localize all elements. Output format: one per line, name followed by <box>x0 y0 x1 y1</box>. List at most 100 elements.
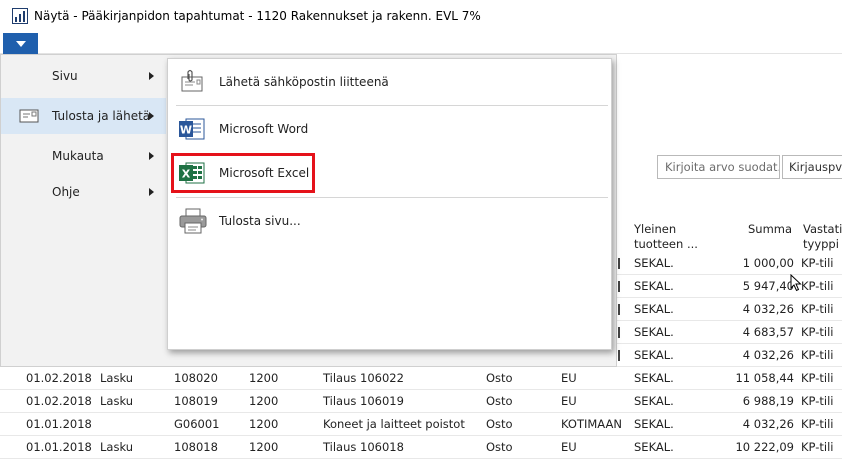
excel-highlight-frame <box>171 153 315 193</box>
menu-separator <box>176 197 608 198</box>
cell-account: 1200 <box>249 394 279 408</box>
app-chart-icon <box>12 8 28 24</box>
cell-type: KP-tili <box>801 371 834 385</box>
cell-edge-marker <box>618 350 620 361</box>
cell-description: Tilaus 106022 <box>323 371 404 385</box>
cell-edge-marker <box>618 281 620 292</box>
application-menu: Sivu Tulosta ja lähetä Mukauta Ohje Lähe… <box>0 54 617 367</box>
cell-product: SEKAL. <box>634 302 674 316</box>
column-header-amount[interactable]: Summa <box>748 222 792 237</box>
filter-field-select[interactable]: Kirjauspvm <box>782 155 842 179</box>
menu-item-label: Mukauta <box>52 149 104 163</box>
cell-product: SEKAL. <box>634 348 674 362</box>
cell-type: KP-tili <box>801 348 834 362</box>
submenu-item-label: Microsoft Word <box>219 122 309 136</box>
cell-edge-marker <box>618 258 620 269</box>
cell-type: KP-tili <box>801 325 834 339</box>
cell-type: KP-tili <box>801 256 834 270</box>
cell-account: 1200 <box>249 371 279 385</box>
cell-date: 01.02.2018 <box>26 394 92 408</box>
cell-doc-no: 108020 <box>174 371 218 385</box>
cell-doc-type: Lasku <box>100 440 134 454</box>
cell-date: 01.02.2018 <box>26 371 92 385</box>
cell-account: 1200 <box>249 440 279 454</box>
cell-type: KP-tili <box>801 302 834 316</box>
submenu-item-label: Tulosta sivu... <box>219 214 301 228</box>
attachment-icon <box>181 69 203 92</box>
cell-type: KP-tili <box>801 394 834 408</box>
cell-doc-type: Lasku <box>100 371 134 385</box>
cell-product: SEKAL. <box>634 371 674 385</box>
cell-posting: Osto <box>486 371 513 385</box>
cell-bus-group: EU <box>561 440 577 454</box>
menu-item-sivu[interactable]: Sivu <box>1 58 166 94</box>
chevron-right-icon <box>149 72 154 80</box>
cell-date: 01.01.2018 <box>26 417 92 431</box>
menu-item-label: Ohje <box>52 185 80 199</box>
cell-bus-group: EU <box>561 394 577 408</box>
submenu-item-label: Lähetä sähköpostin liitteenä <box>219 75 389 89</box>
cell-account: 1200 <box>249 417 279 431</box>
cell-posting: Osto <box>486 417 513 431</box>
chevron-right-icon <box>149 188 154 196</box>
menu-item-print-send[interactable]: Tulosta ja lähetä <box>1 98 166 134</box>
mouse-cursor-icon <box>790 274 802 292</box>
cell-amount: 4 032,26 <box>742 348 794 362</box>
svg-text:W: W <box>180 124 192 137</box>
cell-amount: 4 032,26 <box>742 302 794 316</box>
cell-posting: Osto <box>486 394 513 408</box>
title-bar: Näytä - Pääkirjanpidon tapahtumat - 1120… <box>0 0 842 32</box>
filter-search-input[interactable]: Kirjoita arvo suodat... <box>657 155 780 179</box>
email-attachment-item[interactable]: Lähetä sähköpostin liitteenä <box>168 62 611 102</box>
cell-product: SEKAL. <box>634 279 674 293</box>
cell-date: 01.01.2018 <box>26 440 92 454</box>
printer-icon <box>179 208 207 234</box>
table-row[interactable]: 01.02.2018 Lasku 108019 1200 Tilaus 1060… <box>0 390 842 413</box>
cell-description: Koneet ja laitteet poistot <box>323 417 465 431</box>
window-title: Näytä - Pääkirjanpidon tapahtumat - 1120… <box>34 9 481 23</box>
cell-product: SEKAL. <box>634 440 674 454</box>
table-row[interactable]: 01.01.2018 G06001 1200 Koneet ja laittee… <box>0 413 842 436</box>
menu-item-label: Tulosta ja lähetä <box>52 109 151 123</box>
cell-type: KP-tili <box>801 417 834 431</box>
cell-posting: Osto <box>486 440 513 454</box>
cell-product: SEKAL. <box>634 325 674 339</box>
cell-description: Tilaus 106018 <box>323 440 404 454</box>
chevron-right-icon <box>149 112 154 120</box>
cell-amount: 6 988,19 <box>742 394 794 408</box>
cell-doc-no: G06001 <box>174 417 220 431</box>
cell-product: SEKAL. <box>634 394 674 408</box>
cell-amount: 10 222,09 <box>735 440 794 454</box>
word-icon: W <box>179 118 205 140</box>
cell-product: SEKAL. <box>634 417 674 431</box>
cell-amount: 11 058,44 <box>735 371 794 385</box>
app-menu-button[interactable] <box>3 33 38 54</box>
cell-amount: 4 683,57 <box>742 325 794 339</box>
microsoft-word-item[interactable]: W Microsoft Word <box>168 109 611 149</box>
table-row[interactable]: 01.02.2018 Lasku 108020 1200 Tilaus 1060… <box>0 367 842 390</box>
cell-amount: 5 947,40 <box>742 279 794 293</box>
chevron-right-icon <box>149 152 154 160</box>
column-header-counter-type[interactable]: Vastatili tyyppi <box>803 222 842 252</box>
ribbon-band <box>0 32 842 54</box>
print-send-submenu: Lähetä sähköpostin liitteenä W Microsoft… <box>167 58 612 350</box>
cell-type: KP-tili <box>801 440 834 454</box>
menu-item-label: Sivu <box>52 69 78 83</box>
cell-doc-no: 108019 <box>174 394 218 408</box>
cell-product: SEKAL. <box>634 256 674 270</box>
cell-description: Tilaus 106019 <box>323 394 404 408</box>
table-row[interactable]: 01.01.2018 Lasku 108018 1200 Tilaus 1060… <box>0 436 842 459</box>
cell-edge-marker <box>618 327 620 338</box>
cell-doc-type: Lasku <box>100 394 134 408</box>
print-page-item[interactable]: Tulosta sivu... <box>168 201 611 241</box>
cell-type: KP-tili <box>801 279 834 293</box>
cell-bus-group: EU <box>561 371 577 385</box>
column-header-general-product[interactable]: Yleinen tuotteen ... <box>634 222 714 252</box>
cell-amount: 4 032,26 <box>742 417 794 431</box>
cell-amount: 1 000,00 <box>742 256 794 270</box>
menu-separator <box>176 105 608 106</box>
menu-category-list: Sivu Tulosta ja lähetä Mukauta Ohje <box>1 55 166 351</box>
menu-item-ohje[interactable]: Ohje <box>1 174 166 210</box>
caret-down-icon <box>15 40 26 47</box>
menu-item-mukauta[interactable]: Mukauta <box>1 138 166 174</box>
